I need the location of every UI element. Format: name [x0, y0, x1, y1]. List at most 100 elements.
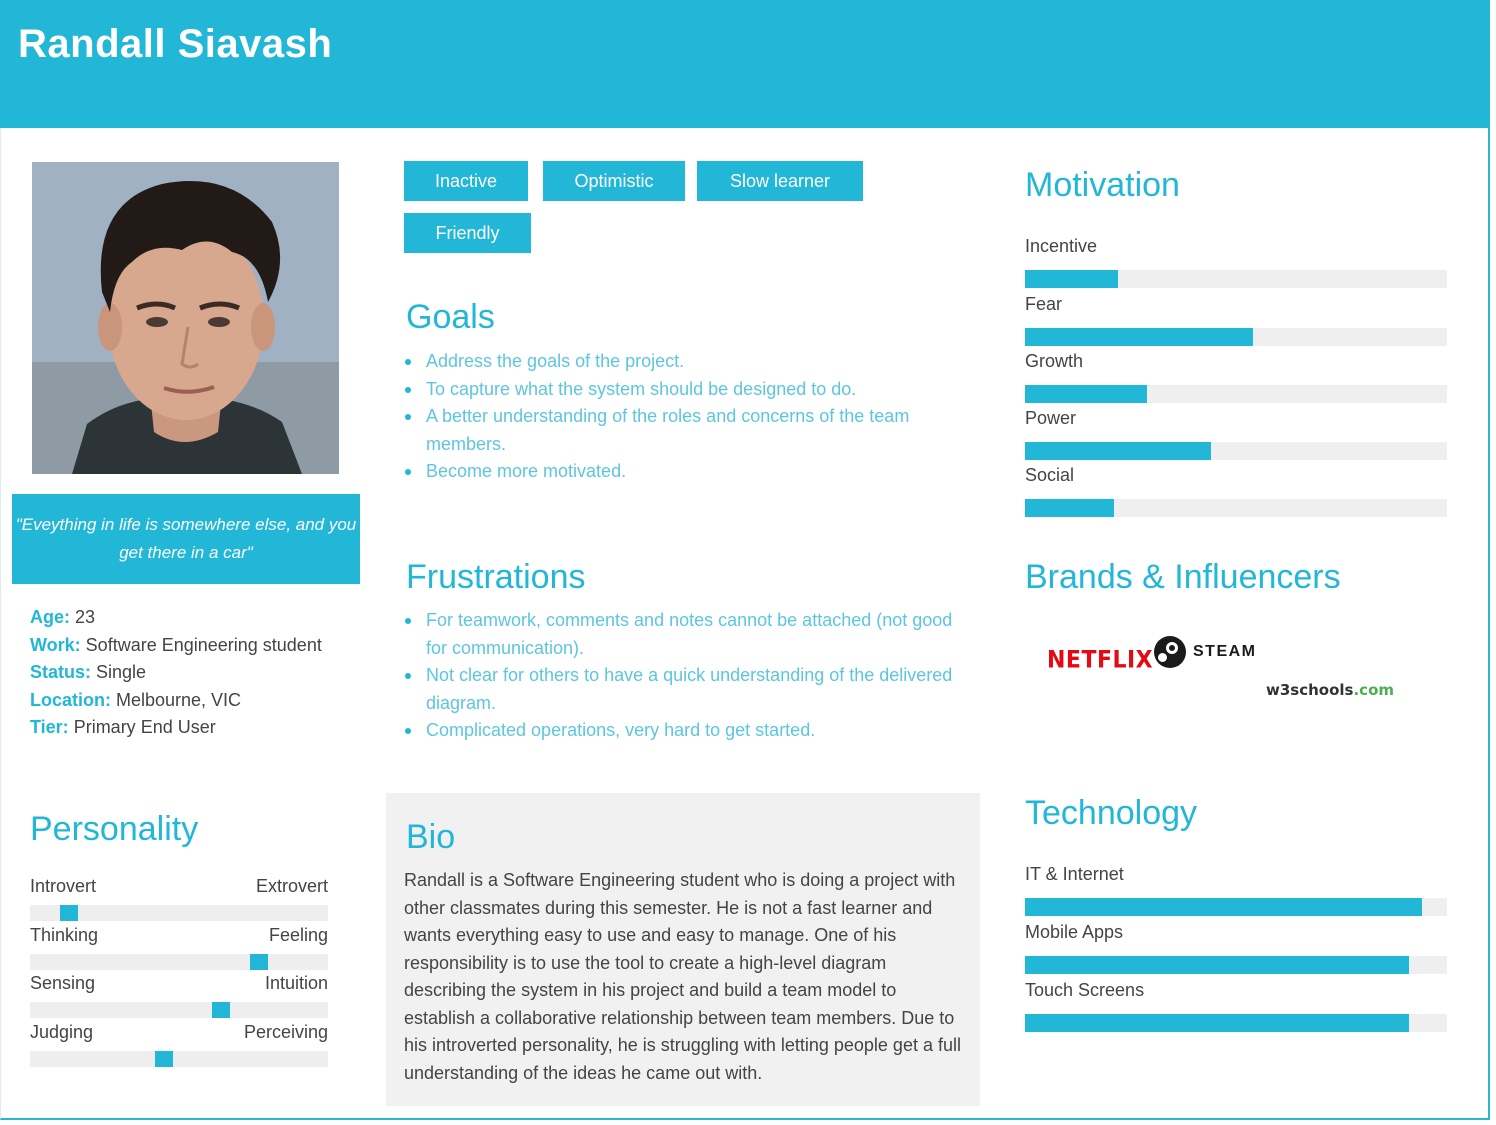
meter-label: Growth [1025, 351, 1084, 371]
bio-title: Bio [406, 818, 456, 856]
meter-label: Power [1025, 408, 1077, 428]
goals-title: Goals [406, 298, 495, 336]
fact-key: Status: [30, 662, 92, 682]
fact-location: Location: Melbourne, VIC [30, 687, 330, 715]
goals-list: Address the goals of the project. To cap… [404, 348, 954, 486]
meter-track [1025, 270, 1447, 288]
fact-value: Melbourne, VIC [111, 689, 242, 710]
fact-value: Single [91, 662, 147, 682]
meter-fill [1025, 270, 1118, 288]
list-item: A better understanding of the roles and … [404, 403, 954, 458]
portrait-illustration [32, 162, 339, 474]
brands-title: Brands & Influencers [1025, 558, 1341, 596]
fact-work: Work: Software Engineering student [30, 632, 330, 660]
steam-wordmark: STEAM [1193, 643, 1257, 660]
bio-text: Randall is a Software Engineering studen… [404, 870, 961, 1083]
meter-label: Mobile Apps [1025, 922, 1124, 942]
persona-photo [32, 162, 339, 474]
motivation-title: Motivation [1025, 166, 1180, 204]
list-item: Not clear for others to have a quick und… [404, 662, 954, 717]
motivation-meter: Fear [1025, 294, 1447, 346]
meter-label: Social [1025, 465, 1075, 485]
trait-track [30, 905, 328, 921]
trait-tag: Optimistic [543, 161, 685, 201]
list-item: Complicated operations, very hard to get… [404, 717, 954, 745]
meter-track [1025, 328, 1447, 346]
technology-meter: IT & Internet [1025, 864, 1447, 916]
meter-label: Incentive [1025, 236, 1098, 256]
technology-title: Technology [1025, 794, 1198, 832]
meter-fill [1025, 956, 1410, 974]
technology-meter: Touch Screens [1025, 980, 1447, 1032]
meter-track [1025, 385, 1447, 403]
frustrations-title: Frustrations [406, 558, 586, 596]
header-banner: Randall Siavash [0, 0, 1490, 128]
motivation-meter: Incentive [1025, 236, 1447, 288]
meter-track [1025, 442, 1447, 460]
fact-age: Age: 23 [30, 604, 330, 632]
trait-tag: Inactive [404, 161, 528, 201]
list-item: To capture what the system should be des… [404, 376, 954, 404]
meter-track [1025, 898, 1447, 916]
motivation-meter: Power [1025, 408, 1447, 460]
w3schools-logo: w3schools.com [1266, 681, 1394, 699]
fact-tier: Tier: Primary End User [30, 714, 330, 742]
w3schools-tld: .com [1353, 681, 1395, 699]
trait-marker [59, 905, 78, 921]
fact-value: Primary End User [68, 717, 216, 737]
trait-right-label: Intuition [264, 973, 328, 993]
meter-label: Fear [1025, 294, 1063, 314]
trait-left-label: Thinking [30, 925, 99, 945]
persona-name: Randall Siavash [18, 22, 333, 66]
personality-trait: Sensing Intuition [30, 973, 328, 1018]
w3schools-wordmark: w3schools [1266, 681, 1354, 699]
meter-fill [1025, 499, 1114, 517]
trait-left-label: Sensing [30, 973, 96, 993]
trait-marker [155, 1051, 174, 1067]
meter-fill [1025, 898, 1422, 916]
meter-fill [1025, 328, 1253, 346]
frustrations-list: For teamwork, comments and notes cannot … [404, 607, 954, 745]
netflix-logo: NETFLIX [1047, 646, 1154, 675]
trait-right-label: Extrovert [255, 876, 328, 896]
meter-fill [1025, 442, 1211, 460]
meter-track [1025, 1014, 1447, 1032]
fact-key: Work: [30, 634, 81, 655]
personality-title: Personality [30, 810, 199, 848]
technology-meter: Mobile Apps [1025, 922, 1447, 974]
fact-key: Age: [30, 607, 70, 627]
trait-tag: Slow learner [697, 161, 863, 201]
trait-tag: Friendly [404, 213, 531, 253]
trait-right-label: Feeling [268, 925, 328, 945]
fact-key: Location: [30, 689, 111, 710]
list-item: For teamwork, comments and notes cannot … [404, 607, 954, 662]
persona-facts: Age: 23 Work: Software Engineering stude… [30, 604, 330, 742]
meter-label: Touch Screens [1025, 980, 1145, 1000]
trait-track [30, 1002, 328, 1018]
trait-track [30, 954, 328, 970]
trait-marker [250, 954, 269, 970]
personality-trait: Thinking Feeling [30, 925, 328, 970]
persona-quote: "Eveything in life is somewhere else, an… [12, 494, 360, 584]
personality-trait: Judging Perceiving [30, 1022, 328, 1067]
fact-key: Tier: [30, 717, 69, 737]
trait-left-label: Introvert [30, 876, 97, 896]
list-item: Become more motivated. [404, 458, 954, 486]
trait-left-label: Judging [30, 1022, 94, 1042]
fact-value: Software Engineering student [80, 634, 322, 655]
meter-track [1025, 956, 1447, 974]
steam-icon [1154, 636, 1186, 668]
fact-value: 23 [70, 607, 96, 627]
trait-marker [211, 1002, 230, 1018]
motivation-meter: Social [1025, 465, 1447, 517]
meter-label: IT & Internet [1025, 864, 1124, 884]
meter-fill [1025, 1014, 1410, 1032]
motivation-meter: Growth [1025, 351, 1447, 403]
trait-right-label: Perceiving [243, 1022, 328, 1042]
personality-trait: Introvert Extrovert [30, 876, 328, 921]
list-item: Address the goals of the project. [404, 348, 954, 376]
trait-track [30, 1051, 328, 1067]
meter-track [1025, 499, 1447, 517]
fact-status: Status: Single [30, 659, 330, 687]
meter-fill [1025, 385, 1148, 403]
